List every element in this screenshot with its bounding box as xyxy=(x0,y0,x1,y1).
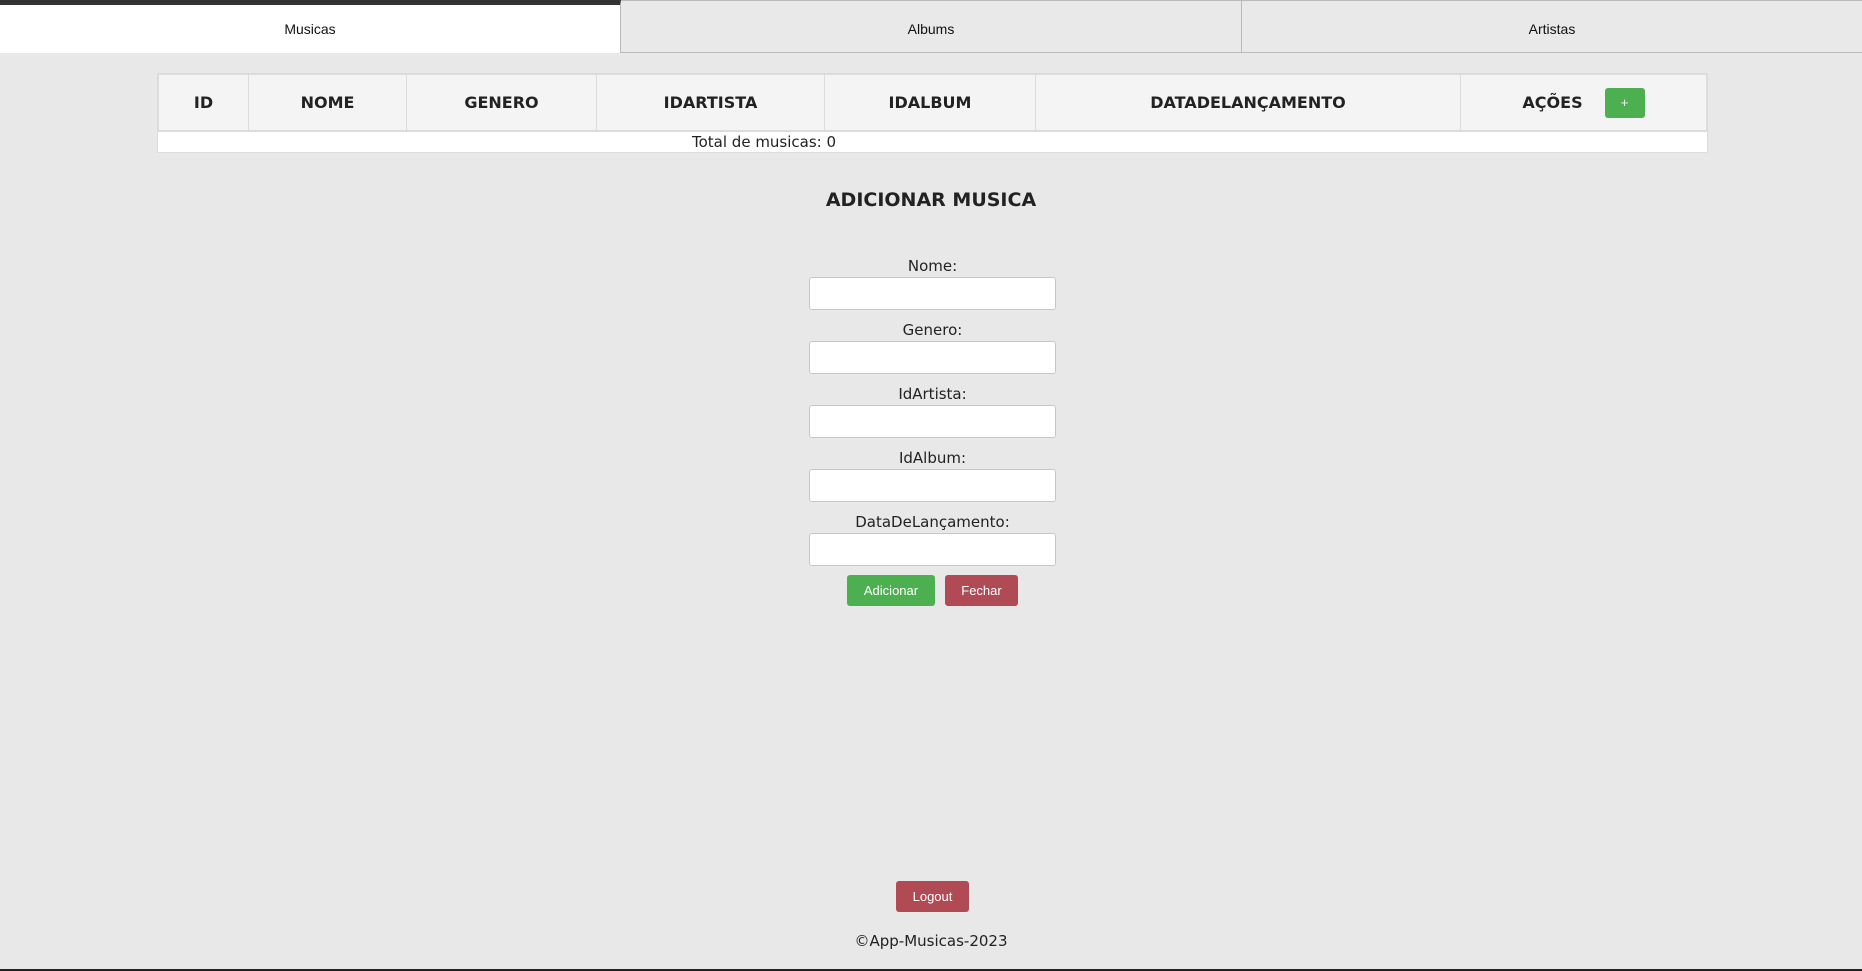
field-idalbum: IdAlbum: xyxy=(809,448,1056,502)
idartista-label: IdArtista: xyxy=(898,385,967,403)
fechar-button[interactable]: Fechar xyxy=(945,575,1018,606)
tab-albums[interactable]: Albums xyxy=(621,0,1242,53)
form-buttons: Adicionar Fechar xyxy=(847,575,1018,606)
idartista-input[interactable] xyxy=(809,405,1056,438)
tab-artistas[interactable]: Artistas xyxy=(1242,0,1862,53)
footer-copyright: ©App-Musicas-2023 xyxy=(854,932,1008,950)
column-header-id: ID xyxy=(158,74,249,131)
nome-label: Nome: xyxy=(907,257,958,275)
idalbum-input[interactable] xyxy=(809,469,1056,502)
nome-input[interactable] xyxy=(809,277,1056,310)
genero-label: Genero: xyxy=(902,321,963,339)
field-datadelancamento: DataDeLançamento: xyxy=(809,512,1056,566)
logout-button[interactable]: Logout xyxy=(896,881,969,912)
total-musicas-text: Total de musicas: 0 xyxy=(692,133,837,151)
datadelancamento-input[interactable] xyxy=(809,533,1056,566)
tab-bar: Musicas Albums Artistas xyxy=(0,0,1862,53)
add-musica-form: Nome: Genero: IdArtista: IdAlbum: DataDe… xyxy=(809,256,1056,576)
genero-input[interactable] xyxy=(809,341,1056,374)
column-header-acoes-label: AÇÕES xyxy=(1522,93,1583,112)
column-header-genero: GENERO xyxy=(406,74,597,131)
column-header-nome: NOME xyxy=(248,74,407,131)
column-header-acoes: AÇÕES + xyxy=(1460,74,1707,131)
field-nome: Nome: xyxy=(809,256,1056,310)
tab-musicas[interactable]: Musicas xyxy=(0,0,621,53)
column-header-idalbum: IDALBUM xyxy=(824,74,1036,131)
column-header-datadelancamento: DATADELANÇAMENTO xyxy=(1035,74,1461,131)
table-header-row: ID NOME GENERO IDARTISTA IDALBUM DATADEL… xyxy=(158,74,1707,131)
datadelancamento-label: DataDeLançamento: xyxy=(855,513,1010,531)
total-row: Total de musicas: 0 xyxy=(158,131,1707,152)
field-genero: Genero: xyxy=(809,320,1056,374)
column-header-idartista: IDARTISTA xyxy=(596,74,825,131)
add-musica-button[interactable]: + xyxy=(1604,87,1645,118)
field-idartista: IdArtista: xyxy=(809,384,1056,438)
adicionar-button[interactable]: Adicionar xyxy=(847,575,935,606)
musicas-table: ID NOME GENERO IDARTISTA IDALBUM DATADEL… xyxy=(157,73,1708,153)
idalbum-label: IdAlbum: xyxy=(898,449,967,467)
form-title: ADICIONAR MUSICA xyxy=(825,189,1037,211)
